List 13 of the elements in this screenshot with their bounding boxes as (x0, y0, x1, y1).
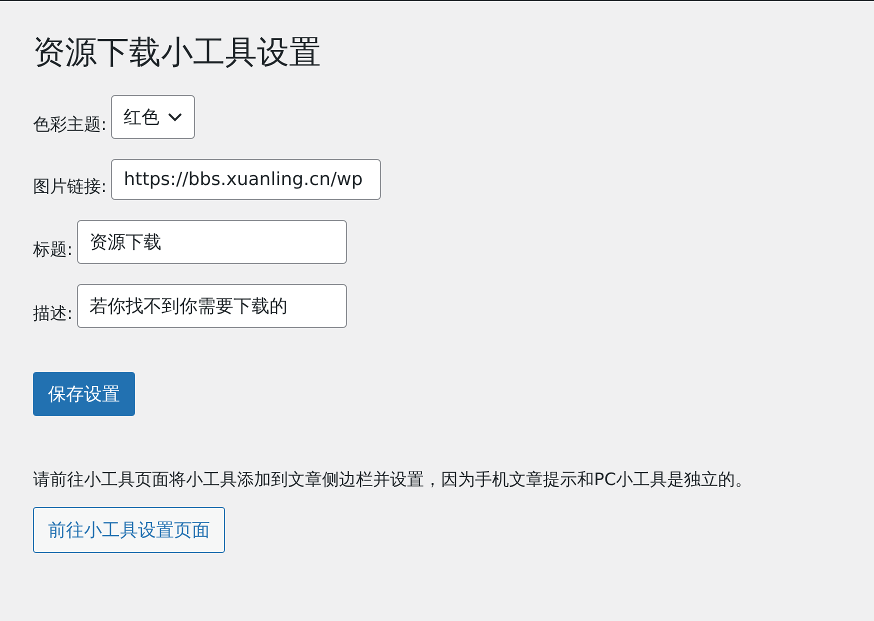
field-label: 色彩主题: (33, 114, 107, 136)
chevron-down-icon (168, 112, 182, 122)
input-field[interactable]: https://bbs.xuanling.cn/wp (110, 159, 381, 200)
save-button[interactable]: 保存设置 (33, 372, 135, 416)
input-field[interactable]: 资源下载 (76, 220, 347, 264)
note-text: 请前往小工具页面将小工具添加到文章侧边栏并设置，因为手机文章提示和PC小工具是独立的。 (33, 469, 754, 491)
input-field[interactable]: 若你找不到你需要下载的 (76, 284, 347, 328)
widget-settings-button[interactable]: 前往小工具设置页面 (33, 507, 225, 553)
color-select[interactable]: 红色 (110, 95, 195, 139)
field-label: 图片链接: (33, 176, 107, 198)
field-label: 标题: (33, 238, 73, 260)
field-label: 描述: (33, 302, 73, 324)
page-title: 资源下载小工具设置 (33, 32, 322, 73)
